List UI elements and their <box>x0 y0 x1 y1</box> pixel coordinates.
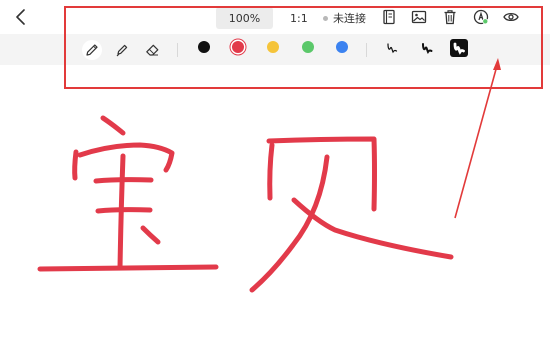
ink-stroke <box>37 264 219 272</box>
marker-icon <box>116 44 128 57</box>
chevron-left-icon <box>16 9 25 25</box>
ratio-button[interactable]: 1:1 <box>290 7 308 29</box>
image-icon <box>411 10 427 24</box>
preview-button[interactable] <box>502 8 520 26</box>
marker-tool[interactable] <box>112 40 132 60</box>
handwriting-strokes <box>37 115 454 293</box>
ink-stroke <box>267 142 275 201</box>
drawing-canvas[interactable] <box>0 65 550 350</box>
stroke-medium-icon <box>422 43 433 54</box>
pen-status-button[interactable] <box>472 8 490 26</box>
stroke-thin-button[interactable] <box>383 39 401 57</box>
delete-button[interactable] <box>441 8 459 26</box>
toolbar-divider <box>366 43 367 57</box>
stroke-medium-button[interactable] <box>418 39 436 57</box>
stroke-thick-icon <box>453 42 465 55</box>
eraser-icon <box>145 44 158 56</box>
drawing-app: 100% 1:1 未连接 <box>0 0 550 350</box>
eye-icon <box>503 12 519 22</box>
stroke-thick-button[interactable] <box>450 39 468 57</box>
back-button[interactable] <box>10 6 32 28</box>
color-red[interactable] <box>232 41 244 53</box>
pen-status-icon <box>473 9 489 25</box>
notebook-button[interactable] <box>380 8 398 26</box>
ink-stroke <box>266 136 377 212</box>
color-green[interactable] <box>302 41 314 53</box>
toolbar-divider <box>177 43 178 57</box>
top-bar: 100% 1:1 未连接 <box>0 0 550 34</box>
stroke-thin-icon <box>387 43 398 54</box>
connection-label: 未连接 <box>333 12 366 25</box>
ink-stroke <box>100 115 126 136</box>
ink-stroke <box>249 154 330 293</box>
color-blue[interactable] <box>336 41 348 53</box>
ink-stroke <box>95 207 153 214</box>
pencil-icon <box>86 44 98 56</box>
ink-stroke <box>77 142 175 173</box>
ink-stroke <box>140 225 161 245</box>
trash-icon <box>444 10 456 25</box>
image-button[interactable] <box>410 8 428 26</box>
zoom-level[interactable]: 100% <box>216 7 273 29</box>
color-black[interactable] <box>198 41 210 53</box>
ink-stroke <box>72 149 79 181</box>
color-yellow[interactable] <box>267 41 279 53</box>
notebook-icon <box>383 9 395 25</box>
pencil-tool[interactable] <box>82 40 102 60</box>
connection-status: 未连接 <box>323 7 366 29</box>
status-dot <box>323 15 328 21</box>
eraser-tool[interactable] <box>142 40 162 60</box>
